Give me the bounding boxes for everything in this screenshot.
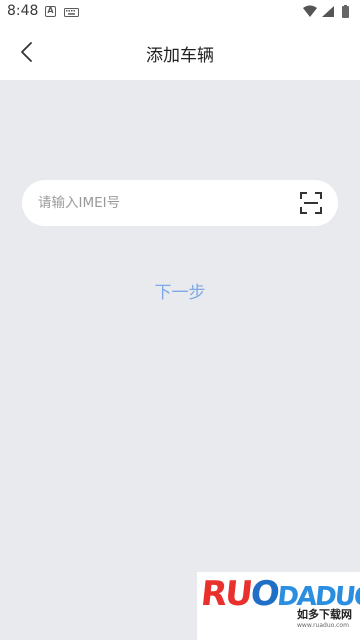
page-title: 添加车辆: [146, 46, 214, 66]
status-time: 8:48: [7, 3, 39, 19]
scan-button[interactable]: [300, 192, 322, 214]
next-step-button[interactable]: 下一步: [130, 276, 230, 304]
watermark-subtitle: 如多下载网: [297, 608, 352, 621]
watermark-url: www.ruaduo.com: [297, 622, 349, 629]
app-header: 添加车辆: [0, 24, 360, 80]
status-bar: 8:48 A: [0, 0, 360, 24]
wifi-icon: [303, 5, 317, 17]
keyboard-icon: [64, 8, 79, 17]
imei-field[interactable]: [22, 180, 338, 226]
android-a-icon: A: [45, 6, 56, 17]
scan-icon: [300, 192, 322, 214]
watermark-logo: RUODADUO 如多下载网 www.ruaduo.com: [197, 572, 360, 640]
signal-icon: [322, 6, 334, 17]
imei-input[interactable]: [38, 180, 288, 226]
battery-icon: [342, 5, 349, 18]
status-right-icons: [303, 5, 349, 18]
